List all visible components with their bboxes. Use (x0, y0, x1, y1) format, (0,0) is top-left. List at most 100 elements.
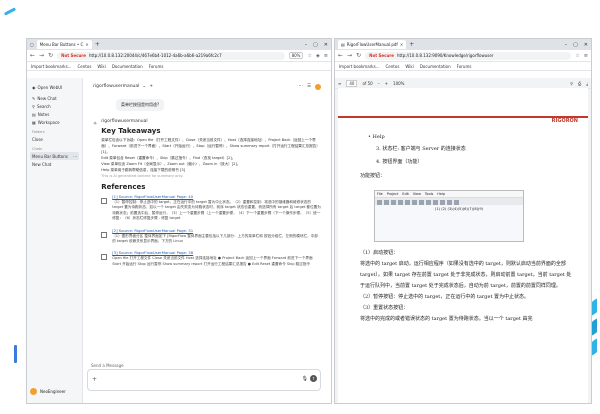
reference-link[interactable]: [1] Source: RigorFlowUserManual Page: 40 (112, 194, 321, 199)
assistant-message: ✧ rigorflowusermanual Key Takeaways 菜单栏包… (93, 119, 321, 273)
send-icon[interactable]: ↑ (310, 375, 317, 382)
close-window-icon[interactable]: ✕ (324, 42, 328, 48)
sidebar-item-label: Workspace (37, 119, 60, 125)
composer-placeholder: Send a Message (91, 363, 124, 368)
close-window-icon[interactable]: ✕ (584, 42, 588, 48)
chat-item-new-chat[interactable]: New Chat (30, 160, 79, 168)
model-selector[interactable]: rigorflowusermanual (93, 84, 139, 89)
reload-icon[interactable]: ↻ (356, 52, 361, 59)
screenshot-menu-item: File (377, 192, 383, 196)
pdf-sidebar-icon[interactable]: ≡ (338, 81, 341, 86)
sidebar-item-notes[interactable]: ▤ Notes (30, 110, 79, 118)
forward-icon[interactable]: → (39, 52, 44, 59)
controls-icon[interactable]: ☰ (307, 84, 311, 89)
star-icon[interactable]: ☆ (307, 53, 311, 59)
print-icon[interactable]: ⎙ (578, 81, 581, 86)
user-message: 菜单栏按钮是何用途? (116, 99, 165, 111)
new-tab-button[interactable]: + (95, 41, 100, 48)
chat-item-label: Menu Bar Buttons (32, 153, 68, 159)
reference-link[interactable]: [3] Source: RigorFlowUserManual Page: 38 (112, 250, 321, 255)
bookmark-import[interactable]: Import bookmarks... (339, 64, 380, 69)
more-options-icon[interactable]: ⋯ (298, 84, 303, 89)
not-secure-label: Not Secure (61, 53, 86, 58)
pdf-page: RIGORON • Help 3. 状态栏: 客户端与 Server 的连接状态… (338, 88, 588, 403)
back-icon[interactable]: ← (338, 52, 343, 59)
bookmark-centos[interactable]: Centos (78, 64, 92, 69)
screenshot-annotations: (1) (2) (3)(4)(5)(6)(7)(8)(9) (435, 207, 484, 211)
sidebar-item-label: Search (36, 103, 51, 109)
message-composer[interactable]: Send a Message + 🎙 ↑ (87, 363, 321, 391)
shield-icon[interactable]: ◈ (316, 53, 320, 59)
user-name: NeoEngineer (40, 389, 66, 394)
add-model-icon[interactable]: + (149, 84, 153, 89)
reference-checkbox[interactable] (101, 231, 108, 238)
minimize-icon[interactable]: – (305, 42, 308, 48)
tab-active[interactable]: Menu Bar Buttons • C ✕ (36, 40, 92, 49)
forward-icon[interactable]: → (347, 52, 352, 59)
chat-main: rigorflowusermanual ⌄ + ⋯ ☰ 菜单栏按钮是何用途? ✧… (83, 78, 331, 403)
browser-window-right: ▤ RigorFlowUserManual.pdf ✕ + – ▢ ✕ ← → … (334, 38, 592, 404)
star-icon[interactable]: ☆ (575, 53, 579, 59)
sidebar-item-new-chat[interactable]: ✎ New Chat (30, 94, 79, 102)
bookmark-forums[interactable]: Forums (149, 64, 164, 69)
search-icon[interactable]: ⚲ (570, 81, 573, 86)
close-tab-icon[interactable]: ✕ (400, 42, 403, 47)
sidebar-toggle-icon[interactable]: ▢ (30, 42, 34, 47)
bookmark-documentation[interactable]: Documentation (112, 64, 143, 69)
page-total: of 50 (362, 80, 373, 86)
maximize-icon[interactable]: ▢ (313, 42, 318, 48)
close-tab-icon[interactable]: ✕ (85, 42, 88, 47)
list-item: 3. 状态栏: 客户端与 Server 的连接状态 (376, 146, 466, 152)
logo-icon: ◉ (32, 84, 36, 90)
sidebar-brand[interactable]: ◉ Open WebUI (30, 83, 79, 91)
bookmark-import[interactable]: Import bookmarks... (31, 64, 72, 69)
tab-title: Menu Bar Buttons • C (39, 42, 84, 47)
more-icon[interactable]: ⋯ (73, 154, 77, 159)
bookmarks-bar: Import bookmarks... Centos Wiki Document… (335, 62, 591, 71)
help-bullet-text: Help (372, 134, 385, 140)
address-bar[interactable]: Not Secure http://10.0.8.132:9090/Knowle… (365, 51, 572, 60)
nav-bar: ← → ↻ Not Secure http://10.0.8.132:9090/… (335, 50, 591, 62)
chat-item-close[interactable]: Close (30, 135, 79, 143)
window-controls: – ▢ ✕ (565, 42, 588, 48)
screenshot-menu-item: Edit (402, 192, 409, 196)
chevron-down-icon[interactable]: ⌄ (142, 84, 146, 89)
back-icon[interactable]: ← (30, 52, 35, 59)
chat-item-menu-bar-buttons[interactable]: Menu Bar Buttons ⋯ (30, 152, 79, 160)
nav-bar: ← → ↻ Not Secure http://10.0.8.132:20044… (27, 50, 331, 62)
reload-icon[interactable]: ↻ (48, 52, 53, 59)
mic-icon[interactable]: 🎙 (302, 376, 308, 382)
bookmark-wiki[interactable]: Wiki (405, 64, 413, 69)
window-controls: – ▢ ✕ (305, 42, 328, 48)
bookmark-centos[interactable]: Centos (386, 64, 400, 69)
address-bar[interactable]: Not Secure http://10.0.8.132:20044/c/467… (57, 51, 285, 60)
bookmark-forums[interactable]: Forums (457, 64, 472, 69)
zoom-level[interactable]: 80% (288, 52, 304, 59)
menu-icon[interactable]: ≡ (584, 53, 588, 59)
reference-item: [2] Source: RigorFlowUserManual Page: 31… (101, 228, 321, 245)
user-avatar[interactable] (315, 83, 321, 90)
user-profile[interactable]: NeoEngineer (30, 388, 66, 395)
sidebar-item-workspace[interactable]: ▦ Workspace (30, 118, 79, 126)
reference-checkbox[interactable] (101, 198, 108, 204)
folders-heading[interactable]: Folders (32, 130, 79, 134)
bookmark-wiki[interactable]: Wiki (97, 64, 105, 69)
reference-link[interactable]: [2] Source: RigorFlowUserManual Page: 31 (112, 228, 321, 233)
attach-icon[interactable]: + (92, 376, 97, 383)
zoom-out-icon[interactable]: – (378, 81, 380, 86)
decor-stripe (592, 338, 597, 356)
zoom-in-icon[interactable]: + (385, 81, 388, 86)
new-tab-button[interactable]: + (409, 41, 414, 48)
page-number-input[interactable]: 40 (346, 79, 358, 87)
help-bullet: • Help (368, 134, 385, 140)
edit-icon: ✎ (32, 95, 36, 101)
menu-icon[interactable]: ≡ (324, 53, 328, 59)
bookmark-documentation[interactable]: Documentation (420, 64, 451, 69)
sidebar-item-search[interactable]: ⚲ Search (30, 102, 79, 110)
pdf-zoom-level[interactable]: 100% (393, 81, 404, 86)
maximize-icon[interactable]: ▢ (573, 42, 578, 48)
download-icon[interactable]: ⤓ (586, 81, 588, 86)
tab-active[interactable]: ▤ RigorFlowUserManual.pdf ✕ (338, 40, 407, 49)
reference-checkbox[interactable] (101, 254, 108, 261)
minimize-icon[interactable]: – (565, 42, 568, 48)
